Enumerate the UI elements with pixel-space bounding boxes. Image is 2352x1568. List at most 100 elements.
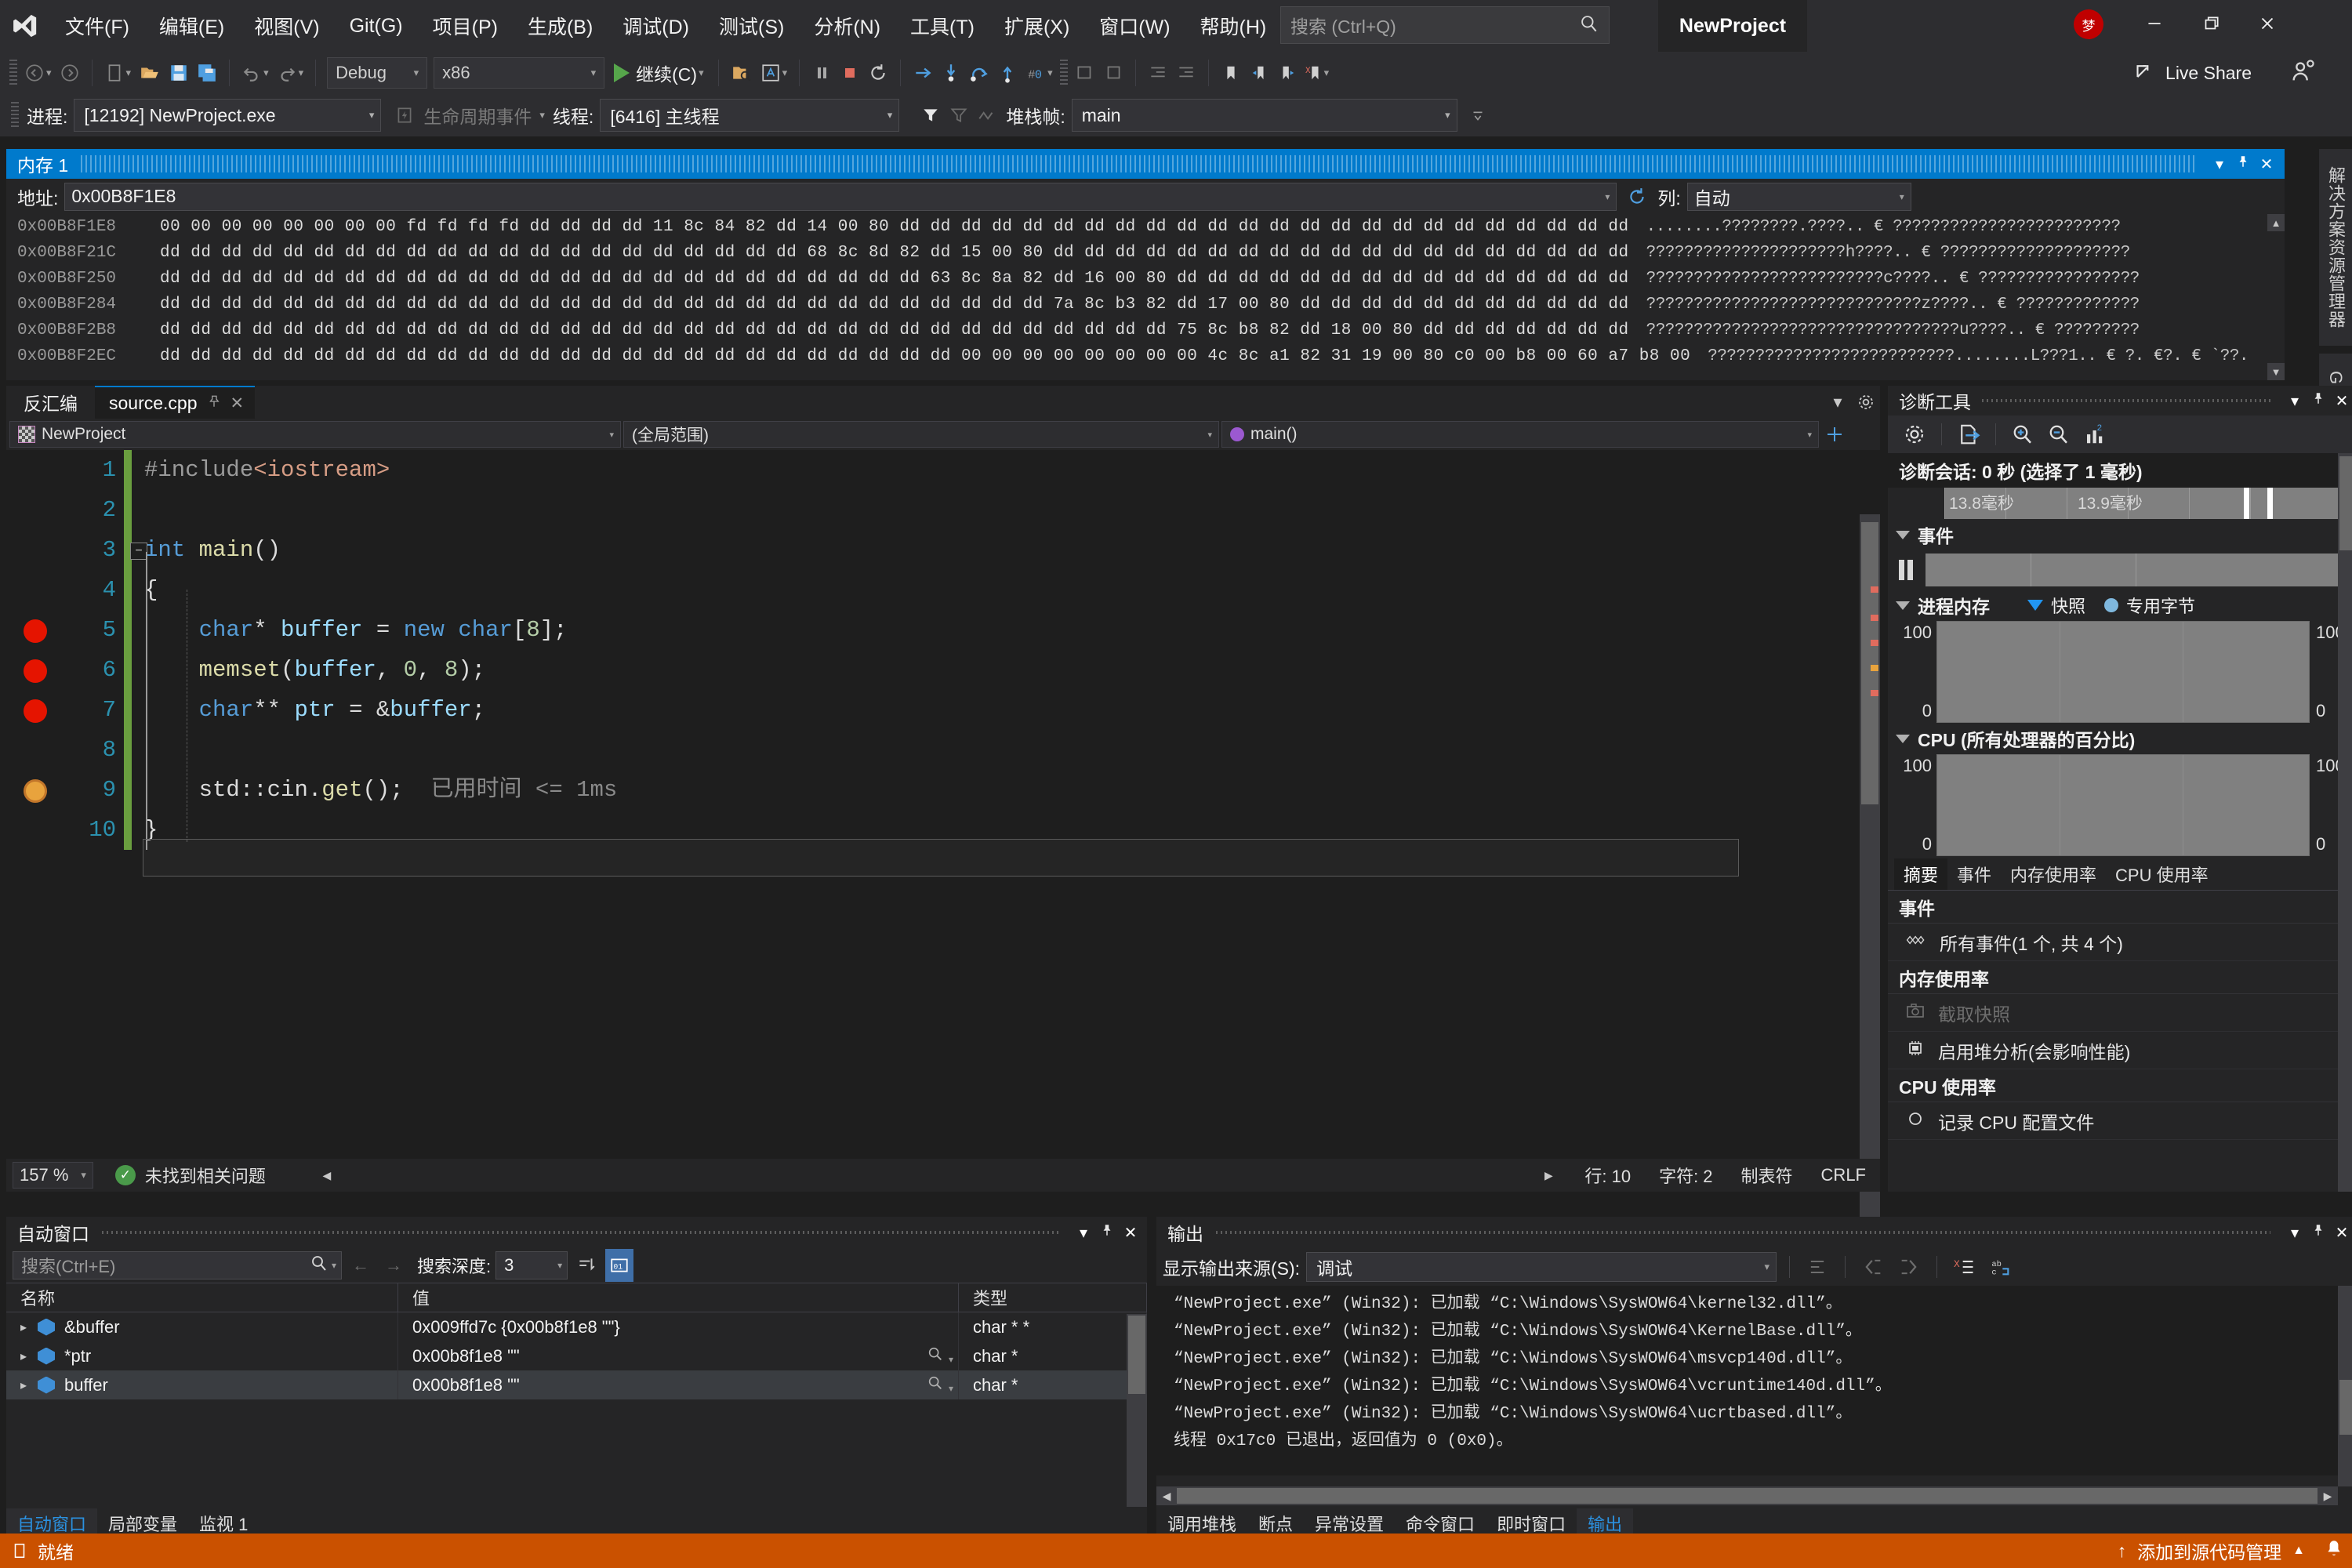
memory-scroll-down-icon[interactable]: ▼ xyxy=(2267,363,2285,380)
process-dropdown[interactable]: [12192] NewProject.exe ▾ xyxy=(74,99,382,132)
live-share-button[interactable]: Live Share xyxy=(2134,56,2252,89)
chevron-up-icon[interactable]: ▲ xyxy=(2292,1544,2305,1558)
scroll-right-icon[interactable]: ▶ xyxy=(2318,1490,2338,1503)
code-line[interactable]: { xyxy=(144,570,1880,610)
chevron-down-icon[interactable]: ▾ xyxy=(2283,1223,2307,1243)
table-row[interactable]: ▸ *ptr 0x00b8f1e8 "" ▾ char * xyxy=(6,1341,1147,1370)
vertical-tab-0[interactable]: 解决方案资源管理器 xyxy=(2319,149,2352,346)
code-line[interactable]: std::cin.get(); 已用时间 <= 1ms xyxy=(144,770,1880,810)
menu-item-1[interactable]: 编辑(E) xyxy=(144,0,239,52)
hex-view-toggle-icon[interactable]: 01 xyxy=(605,1249,634,1282)
breakpoint-gutter[interactable] xyxy=(6,450,67,1160)
pin-icon[interactable] xyxy=(1095,1222,1119,1243)
autos-search-input[interactable]: 搜索(Ctrl+E) ▾ xyxy=(13,1251,342,1279)
hex-display-icon[interactable]: #0 ▾ xyxy=(1022,56,1057,89)
code-area[interactable]: 1 2 3 4 5 6 7 8 9 10 − #include<iostream> int main… xyxy=(6,450,1880,1225)
breakpoint-line9[interactable] xyxy=(24,779,47,803)
memory-row[interactable]: 0x00B8F284 dd dd dd dd dd dd dd dd dd dd … xyxy=(6,292,2285,318)
live-visual-tree-icon[interactable]: ▾ xyxy=(757,56,792,89)
code-line[interactable]: char** ptr = &buffer; xyxy=(144,690,1880,730)
expander-icon[interactable]: ▸ xyxy=(20,1377,38,1393)
cpu-plot-area[interactable] xyxy=(1936,754,2310,856)
autos-cell-value[interactable]: 0x00b8f1e8 "" ▾ xyxy=(398,1341,959,1370)
clear-all-icon[interactable]: X xyxy=(1950,1250,1980,1283)
new-project-icon[interactable]: ▾ xyxy=(100,56,136,89)
diagnostic-timeline[interactable]: 13.8毫秒 13.9毫秒 xyxy=(1888,488,2352,519)
menu-item-11[interactable]: 窗口(W) xyxy=(1084,0,1185,52)
scroll-left-icon[interactable]: ◀ xyxy=(311,1169,343,1182)
refresh-icon[interactable] xyxy=(1623,180,1651,213)
pin-icon[interactable] xyxy=(207,394,221,412)
previous-bookmark-icon[interactable] xyxy=(1245,56,1273,89)
expander-icon[interactable]: ▸ xyxy=(20,1348,38,1364)
menu-item-3[interactable]: Git(G) xyxy=(335,0,418,52)
sort-columns-icon[interactable] xyxy=(572,1249,601,1282)
menu-item-6[interactable]: 调试(D) xyxy=(608,0,704,52)
close-icon[interactable]: ✕ xyxy=(2255,154,2278,174)
timeline-cursor-secondary[interactable] xyxy=(2267,488,2273,519)
toolbar-grip[interactable] xyxy=(11,102,19,129)
chevron-down-icon[interactable]: ▾ xyxy=(1605,191,1610,202)
menu-item-10[interactable]: 扩展(X) xyxy=(989,0,1084,52)
collapse-arrow-icon[interactable] xyxy=(1896,530,1910,539)
decrease-indent-icon[interactable] xyxy=(1144,56,1172,89)
go-to-previous-message-icon[interactable] xyxy=(1858,1250,1888,1283)
find-message-icon[interactable] xyxy=(1802,1250,1832,1283)
memory-hex-grid[interactable]: 0x00B8F1E8 00 00 00 00 00 00 00 00 fd fd … xyxy=(6,214,2285,380)
thread-dropdown[interactable]: [6416] 主线程 ▾ xyxy=(600,99,900,132)
cpu-graph[interactable]: 100 0 100 0 xyxy=(1888,754,2352,856)
breakpoint-line7[interactable] xyxy=(24,699,47,723)
timeline-track[interactable]: 13.8毫秒 13.9毫秒 xyxy=(1944,488,2352,519)
close-icon[interactable]: ✕ xyxy=(230,394,245,413)
step-into-icon[interactable] xyxy=(937,56,965,89)
timeline-cursor[interactable] xyxy=(2244,488,2249,519)
close-icon[interactable]: ✕ xyxy=(2330,1223,2352,1243)
clear-bookmarks-icon[interactable]: X ▾ xyxy=(1301,56,1334,89)
toggle-bookmark-icon[interactable] xyxy=(1217,56,1245,89)
toolbar-overflow-icon[interactable] xyxy=(1464,99,1492,132)
diagnostic-tab-0[interactable]: 摘要 xyxy=(1894,858,1948,890)
stop-debugging-icon[interactable] xyxy=(836,56,864,89)
show-next-statement-icon[interactable] xyxy=(909,56,937,89)
diagnostic-vertical-scrollbar[interactable] xyxy=(2338,453,2352,1192)
output-vertical-scrollbar[interactable] xyxy=(2338,1286,2352,1486)
memory-graph[interactable]: 100 0 100 0 xyxy=(1888,621,2352,723)
output-source-dropdown[interactable]: 调试 ▾ xyxy=(1306,1252,1777,1282)
open-file-icon[interactable] xyxy=(135,56,165,89)
chevron-down-icon[interactable]: ▾ xyxy=(263,67,269,79)
uncomment-selection-icon[interactable] xyxy=(1099,56,1127,89)
pin-icon[interactable] xyxy=(2307,1222,2330,1243)
chevron-down-icon[interactable]: ▾ xyxy=(782,67,788,79)
go-to-next-message-icon[interactable] xyxy=(1894,1250,1924,1283)
column-header-value[interactable]: 值 xyxy=(398,1283,959,1312)
memory-scroll-up-icon[interactable]: ▲ xyxy=(2267,214,2285,231)
account-settings-icon[interactable] xyxy=(2289,58,2316,89)
navbar-member-dropdown[interactable]: main() ▾ xyxy=(1221,421,1819,448)
notifications-icon[interactable] xyxy=(2324,1537,2344,1564)
navigate-forward-icon[interactable] xyxy=(56,56,84,89)
export-icon[interactable] xyxy=(1953,419,1984,449)
step-out-icon[interactable] xyxy=(993,56,1022,89)
chevron-down-icon[interactable]: ▾ xyxy=(332,1260,336,1271)
flag-threads-icon[interactable] xyxy=(945,99,973,132)
code-line[interactable]: #include<iostream> xyxy=(144,450,1880,490)
summary-item[interactable]: 所有事件(1 个, 共 4 个) xyxy=(1888,924,2352,961)
next-bookmark-icon[interactable] xyxy=(1273,56,1301,89)
memory-row[interactable]: 0x00B8F21C dd dd dd dd dd dd dd dd dd dd … xyxy=(6,240,2285,266)
stackframe-dropdown[interactable]: main ▾ xyxy=(1071,99,1457,132)
diagnostic-tab-1[interactable]: 事件 xyxy=(1947,858,2001,890)
scrollbar-thumb[interactable] xyxy=(2339,456,2352,550)
chevron-down-icon[interactable]: ▾ xyxy=(699,67,704,79)
table-row[interactable]: ▸ &buffer 0x009ffd7c {0x00b8f1e8 ""} char *… xyxy=(6,1312,1147,1341)
drag-handle[interactable] xyxy=(81,155,2195,172)
autos-cell-name[interactable]: ▸ buffer xyxy=(6,1370,398,1399)
menu-item-5[interactable]: 生成(B) xyxy=(513,0,608,52)
source-control-label[interactable]: 添加到源代码管理 xyxy=(2137,1537,2281,1564)
autos-cell-name[interactable]: ▸ &buffer xyxy=(6,1312,398,1341)
collapse-arrow-icon[interactable] xyxy=(1896,601,1910,610)
memory-row[interactable]: 0x00B8F2B8 dd dd dd dd dd dd dd dd dd dd … xyxy=(6,318,2285,343)
tab-disassembly[interactable]: 反汇编 xyxy=(6,386,95,419)
scroll-left-icon[interactable]: ◀ xyxy=(1156,1490,1177,1503)
drag-handle[interactable] xyxy=(1216,1231,2270,1234)
breakpoint-line5[interactable] xyxy=(24,619,47,643)
